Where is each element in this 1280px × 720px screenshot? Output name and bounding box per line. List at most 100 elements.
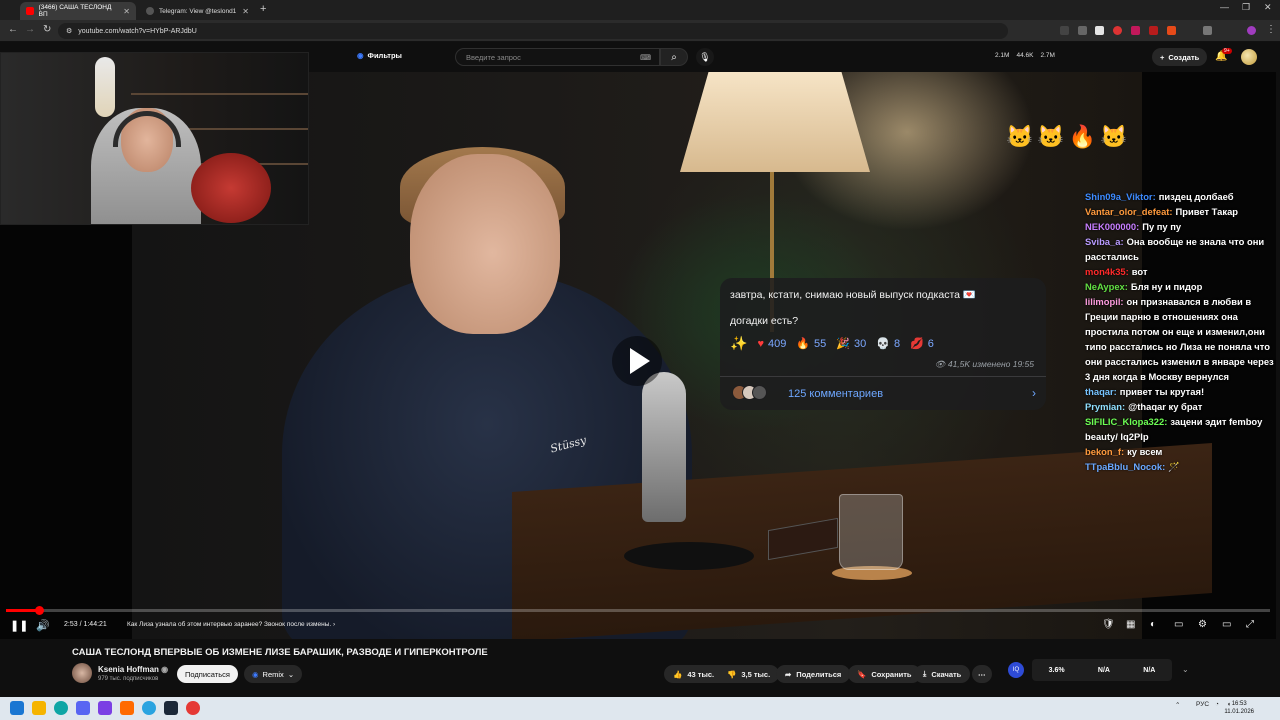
address-bar[interactable]: ⚙ youtube.com/watch?v=HYbP-ARJdbU <box>58 23 1008 39</box>
extensions-puzzle-icon[interactable] <box>1203 26 1212 35</box>
chat-username[interactable]: bekon_f: <box>1085 446 1124 457</box>
keyboard-icon[interactable]: ⌨ <box>640 53 651 62</box>
autoplay-toggle-icon[interactable]: ◐ <box>1150 619 1156 630</box>
chat-username[interactable]: NEK000000: <box>1085 221 1139 232</box>
browser-tab-telegram[interactable]: Telegram: View @teslond1 ✕ <box>140 2 255 20</box>
site-info-icon[interactable]: ⚙ <box>66 27 72 35</box>
chrome-icon[interactable] <box>186 701 200 715</box>
steam-icon[interactable] <box>164 701 178 715</box>
views-edited: 41,5K изменено 19:55 <box>947 359 1034 369</box>
chat-text: вот <box>1131 266 1148 277</box>
chat-message: bekon_f: ку всем <box>1085 444 1275 459</box>
like-button[interactable]: 👍 43 тыс. <box>664 665 724 683</box>
glass-image <box>839 494 903 570</box>
maximize-icon[interactable]: ❐ <box>1242 2 1250 13</box>
play-button[interactable] <box>612 336 662 386</box>
shelf <box>131 93 308 95</box>
reaction-fire[interactable]: 🔥 55 <box>796 337 826 351</box>
close-window-icon[interactable]: ✕ <box>1264 2 1272 13</box>
rating-extension-icon[interactable]: IQ <box>1008 662 1024 678</box>
theater-mode-icon[interactable]: ▭ <box>1222 619 1231 630</box>
progress-bar[interactable] <box>6 609 1270 612</box>
telegram-icon[interactable] <box>142 701 156 715</box>
chat-username[interactable]: Sviba_a: <box>1085 236 1124 247</box>
chat-username[interactable]: NeAypex: <box>1085 281 1128 292</box>
extension-icon[interactable] <box>1149 26 1158 35</box>
verified-icon: ◉ <box>161 665 169 674</box>
chevron-down-icon[interactable]: ⌄ <box>1182 665 1189 674</box>
search-input[interactable]: Введите запрос ⌨ <box>455 48 660 66</box>
divider <box>720 376 1046 377</box>
filters-button[interactable]: ◉ Фильтры <box>357 51 402 60</box>
volume-icon[interactable]: 🔊 <box>36 619 50 632</box>
profile-icon[interactable] <box>1247 26 1256 35</box>
channel-name[interactable]: Ksenia Hoffman ◉ <box>98 665 168 674</box>
chat-username[interactable]: SIFILIC_Klopa322: <box>1085 416 1167 427</box>
chat-username[interactable]: Shin09a_Viktor: <box>1085 191 1156 202</box>
chat-username[interactable]: thaqar: <box>1085 386 1117 397</box>
chevron-right-icon[interactable]: › <box>1032 386 1036 400</box>
save-button[interactable]: 🔖 Сохранить <box>848 665 921 683</box>
new-tab-button[interactable]: + <box>260 3 266 15</box>
subscribe-button[interactable]: Подписаться <box>177 665 238 683</box>
reaction-party[interactable]: 🎉 30 <box>836 337 866 351</box>
channel-avatar[interactable] <box>72 663 92 683</box>
sponsorblock-icon[interactable]: 🛡 <box>1102 619 1115 630</box>
extension-icon[interactable] <box>1113 26 1122 35</box>
obs-icon[interactable] <box>98 701 112 715</box>
reaction-lips[interactable]: 💋 6 <box>910 337 934 351</box>
back-icon[interactable]: ← <box>8 24 18 35</box>
fullscreen-icon[interactable]: ⤢ <box>1246 619 1254 630</box>
menu-icon[interactable]: ⋮ <box>1266 24 1276 35</box>
party-icon: 🎉 <box>836 338 850 350</box>
chat-username[interactable]: Prymian: <box>1085 401 1125 412</box>
reaction-count: 8 <box>893 337 901 350</box>
search-button[interactable]: ⌕ <box>660 48 688 66</box>
close-icon[interactable]: ✕ <box>242 7 249 16</box>
extension-icon[interactable] <box>1078 26 1087 35</box>
chapter-title[interactable]: Как Лиза узнала об этом интервью заранее… <box>127 621 335 628</box>
chat-username[interactable]: lilimopil: <box>1085 296 1124 307</box>
extension-icon[interactable] <box>1131 26 1140 35</box>
more-actions-button[interactable]: ⋯ <box>972 665 992 683</box>
app-icon[interactable] <box>120 701 134 715</box>
reload-icon[interactable]: ↻ <box>43 24 51 35</box>
chat-message: TTpaBblu_Nocok: 🪄 <box>1085 459 1275 474</box>
remix-button[interactable]: ◉ Remix ⌄ <box>244 665 303 683</box>
reaction-skull[interactable]: 💀 8 <box>876 337 901 351</box>
network-icon[interactable]: ⌃ <box>1175 701 1180 709</box>
subtitles-icon[interactable]: ▭ <box>1174 619 1183 630</box>
voice-search-button[interactable]: 🎙 <box>696 48 714 66</box>
avatar <box>752 385 767 400</box>
extension-icon[interactable] <box>1167 26 1176 35</box>
download-button[interactable]: ⤓ Скачать <box>914 665 971 683</box>
comments-link[interactable]: 125 комментариев <box>788 388 883 400</box>
chat-username[interactable]: mon4k35: <box>1085 266 1129 277</box>
telegram-post-overlay: завтра, кстати, снимаю новый выпуск подк… <box>720 278 1046 410</box>
chat-username[interactable]: Vantar_olor_defeat: <box>1085 206 1173 217</box>
chat-message: NeAypex: Бля ну и пидор <box>1085 279 1275 294</box>
settings-gear-icon[interactable]: ⚙ <box>1198 619 1207 630</box>
reaction-heart[interactable]: ♥ 409 <box>757 338 786 350</box>
account-avatar[interactable] <box>1241 49 1257 65</box>
dislike-button[interactable]: 👎 3,5 тыс. <box>718 665 780 683</box>
pause-icon[interactable]: ❚❚ <box>10 619 28 632</box>
file-explorer-icon[interactable] <box>32 701 46 715</box>
minimize-icon[interactable]: — <box>1220 2 1229 12</box>
translate-icon[interactable]: ▦ <box>1126 619 1135 630</box>
edge-icon[interactable] <box>54 701 68 715</box>
windows-start-icon[interactable] <box>10 701 24 715</box>
browser-tab-youtube[interactable]: (3466) САША ТЕСЛОНД ВП ✕ <box>20 2 136 20</box>
discord-icon[interactable] <box>76 701 90 715</box>
extension-icon[interactable] <box>1095 26 1104 35</box>
wifi-icon[interactable]: ◔ <box>1215 701 1219 708</box>
extension-icon[interactable] <box>1060 26 1069 35</box>
language-indicator[interactable]: РУС <box>1196 701 1209 708</box>
chat-username[interactable]: TTpaBblu_Nocok: <box>1085 461 1165 472</box>
create-button[interactable]: + Создать <box>1152 48 1208 66</box>
video-title: САША ТЕСЛОНД ВПЕРВЫЕ ОБ ИЗМЕНЕ ЛИЗЕ БАРА… <box>72 647 488 658</box>
forward-icon[interactable]: → <box>25 24 35 35</box>
close-icon[interactable]: ✕ <box>123 7 130 16</box>
clock[interactable]: 16:53 11.01.2026 <box>1224 700 1254 716</box>
share-button[interactable]: ➦ Поделиться <box>776 665 851 683</box>
